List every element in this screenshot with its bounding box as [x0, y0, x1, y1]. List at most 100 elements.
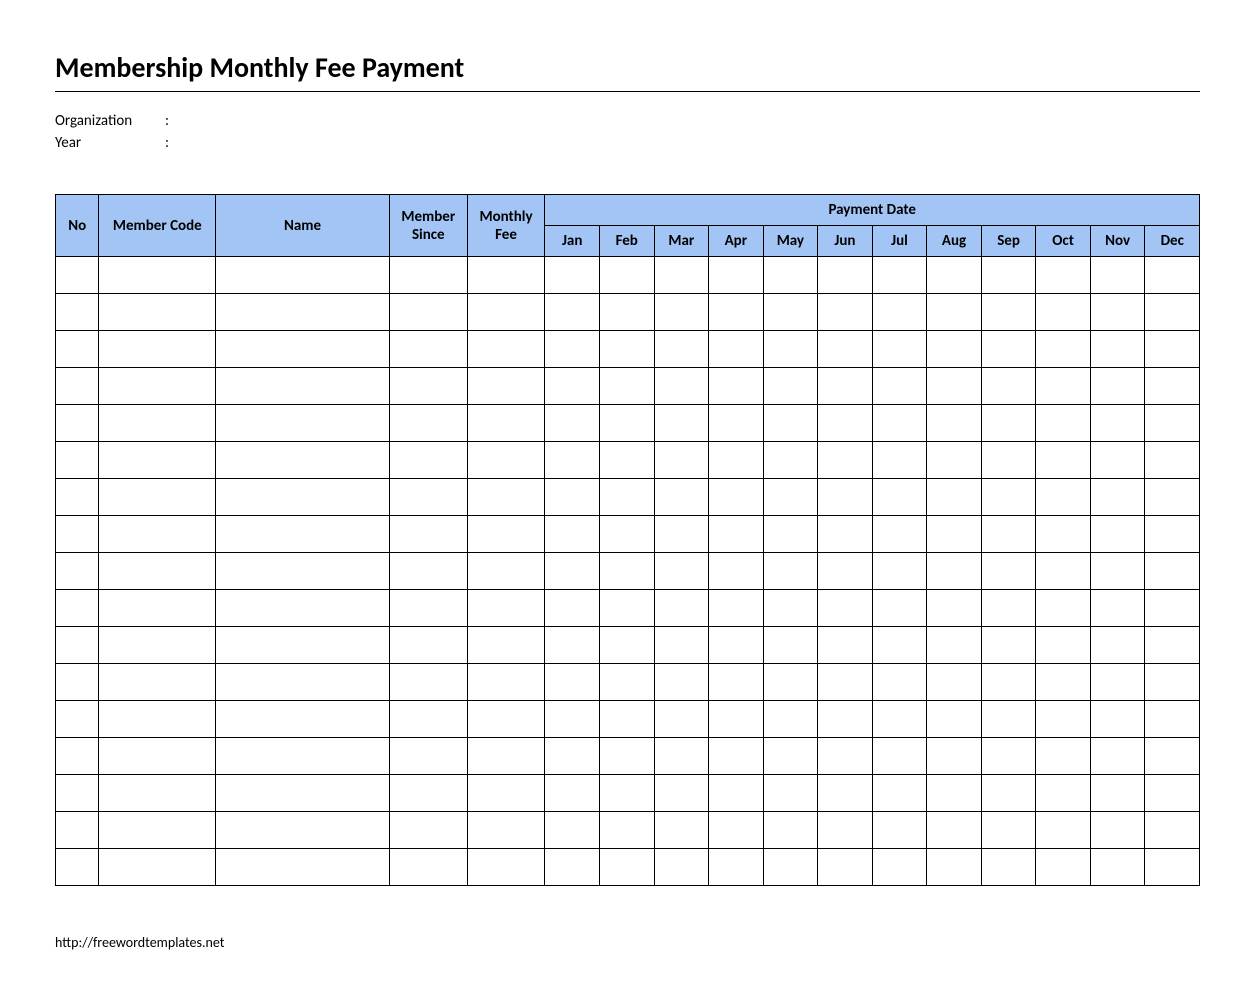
- table-cell: [709, 664, 764, 701]
- table-cell: [763, 294, 818, 331]
- table-cell: [818, 368, 873, 405]
- table-cell: [927, 479, 982, 516]
- table-cell: [99, 738, 216, 775]
- table-cell: [763, 368, 818, 405]
- table-cell: [709, 701, 764, 738]
- table-cell: [1090, 257, 1145, 294]
- table-cell: [467, 627, 545, 664]
- table-cell: [1036, 516, 1091, 553]
- table-cell: [1036, 701, 1091, 738]
- table-cell: [1036, 479, 1091, 516]
- table-cell: [599, 738, 654, 775]
- table-cell: [709, 331, 764, 368]
- table-cell: [1090, 442, 1145, 479]
- table-cell: [1036, 257, 1091, 294]
- table-cell: [545, 294, 600, 331]
- table-cell: [709, 590, 764, 627]
- table-cell: [99, 775, 216, 812]
- table-cell: [981, 738, 1036, 775]
- table-cell: [1036, 627, 1091, 664]
- table-cell: [927, 738, 982, 775]
- table-cell: [545, 368, 600, 405]
- table-cell: [599, 405, 654, 442]
- table-cell: [709, 849, 764, 886]
- table-cell: [981, 294, 1036, 331]
- table-cell: [216, 442, 390, 479]
- table-cell: [654, 738, 709, 775]
- table-cell: [654, 442, 709, 479]
- table-cell: [1145, 479, 1200, 516]
- table-cell: [1145, 590, 1200, 627]
- table-cell: [709, 775, 764, 812]
- table-cell: [872, 442, 927, 479]
- table-cell: [56, 553, 99, 590]
- table-cell: [981, 442, 1036, 479]
- table-cell: [654, 405, 709, 442]
- table-cell: [56, 812, 99, 849]
- table-cell: [1036, 368, 1091, 405]
- page-title: Membership Monthly Fee Payment: [55, 50, 1200, 92]
- table-cell: [56, 664, 99, 701]
- table-cell: [99, 479, 216, 516]
- table-cell: [818, 442, 873, 479]
- table-cell: [389, 368, 467, 405]
- table-cell: [818, 331, 873, 368]
- table-cell: [1145, 664, 1200, 701]
- table-cell: [763, 479, 818, 516]
- table-cell: [654, 812, 709, 849]
- table-cell: [763, 331, 818, 368]
- table-cell: [872, 257, 927, 294]
- header-member-since: Member Since: [389, 195, 467, 257]
- table-cell: [1090, 368, 1145, 405]
- table-cell: [763, 775, 818, 812]
- header-month-mar: Mar: [654, 226, 709, 257]
- table-cell: [818, 257, 873, 294]
- table-cell: [709, 405, 764, 442]
- table-cell: [872, 553, 927, 590]
- table-cell: [545, 701, 600, 738]
- table-row: [56, 331, 1200, 368]
- table-cell: [99, 368, 216, 405]
- table-cell: [763, 442, 818, 479]
- table-cell: [389, 405, 467, 442]
- table-cell: [599, 516, 654, 553]
- table-cell: [1090, 590, 1145, 627]
- table-cell: [467, 553, 545, 590]
- table-cell: [654, 664, 709, 701]
- table-cell: [927, 590, 982, 627]
- table-cell: [389, 479, 467, 516]
- table-cell: [56, 368, 99, 405]
- table-cell: [99, 590, 216, 627]
- table-cell: [1090, 812, 1145, 849]
- table-cell: [1036, 405, 1091, 442]
- table-cell: [216, 405, 390, 442]
- table-cell: [599, 627, 654, 664]
- table-cell: [216, 812, 390, 849]
- table-cell: [389, 294, 467, 331]
- table-cell: [389, 627, 467, 664]
- table-row: [56, 812, 1200, 849]
- table-cell: [818, 664, 873, 701]
- table-cell: [763, 405, 818, 442]
- table-cell: [56, 294, 99, 331]
- table-cell: [1036, 331, 1091, 368]
- table-cell: [654, 257, 709, 294]
- table-cell: [56, 516, 99, 553]
- table-cell: [927, 701, 982, 738]
- table-cell: [872, 405, 927, 442]
- table-cell: [99, 257, 216, 294]
- table-cell: [545, 257, 600, 294]
- table-row: [56, 294, 1200, 331]
- header-month-dec: Dec: [1145, 226, 1200, 257]
- table-cell: [56, 701, 99, 738]
- table-cell: [981, 553, 1036, 590]
- table-cell: [872, 331, 927, 368]
- table-cell: [1145, 405, 1200, 442]
- table-cell: [927, 775, 982, 812]
- table-cell: [99, 812, 216, 849]
- table-cell: [545, 442, 600, 479]
- table-cell: [467, 368, 545, 405]
- table-cell: [927, 257, 982, 294]
- table-cell: [216, 849, 390, 886]
- table-cell: [981, 405, 1036, 442]
